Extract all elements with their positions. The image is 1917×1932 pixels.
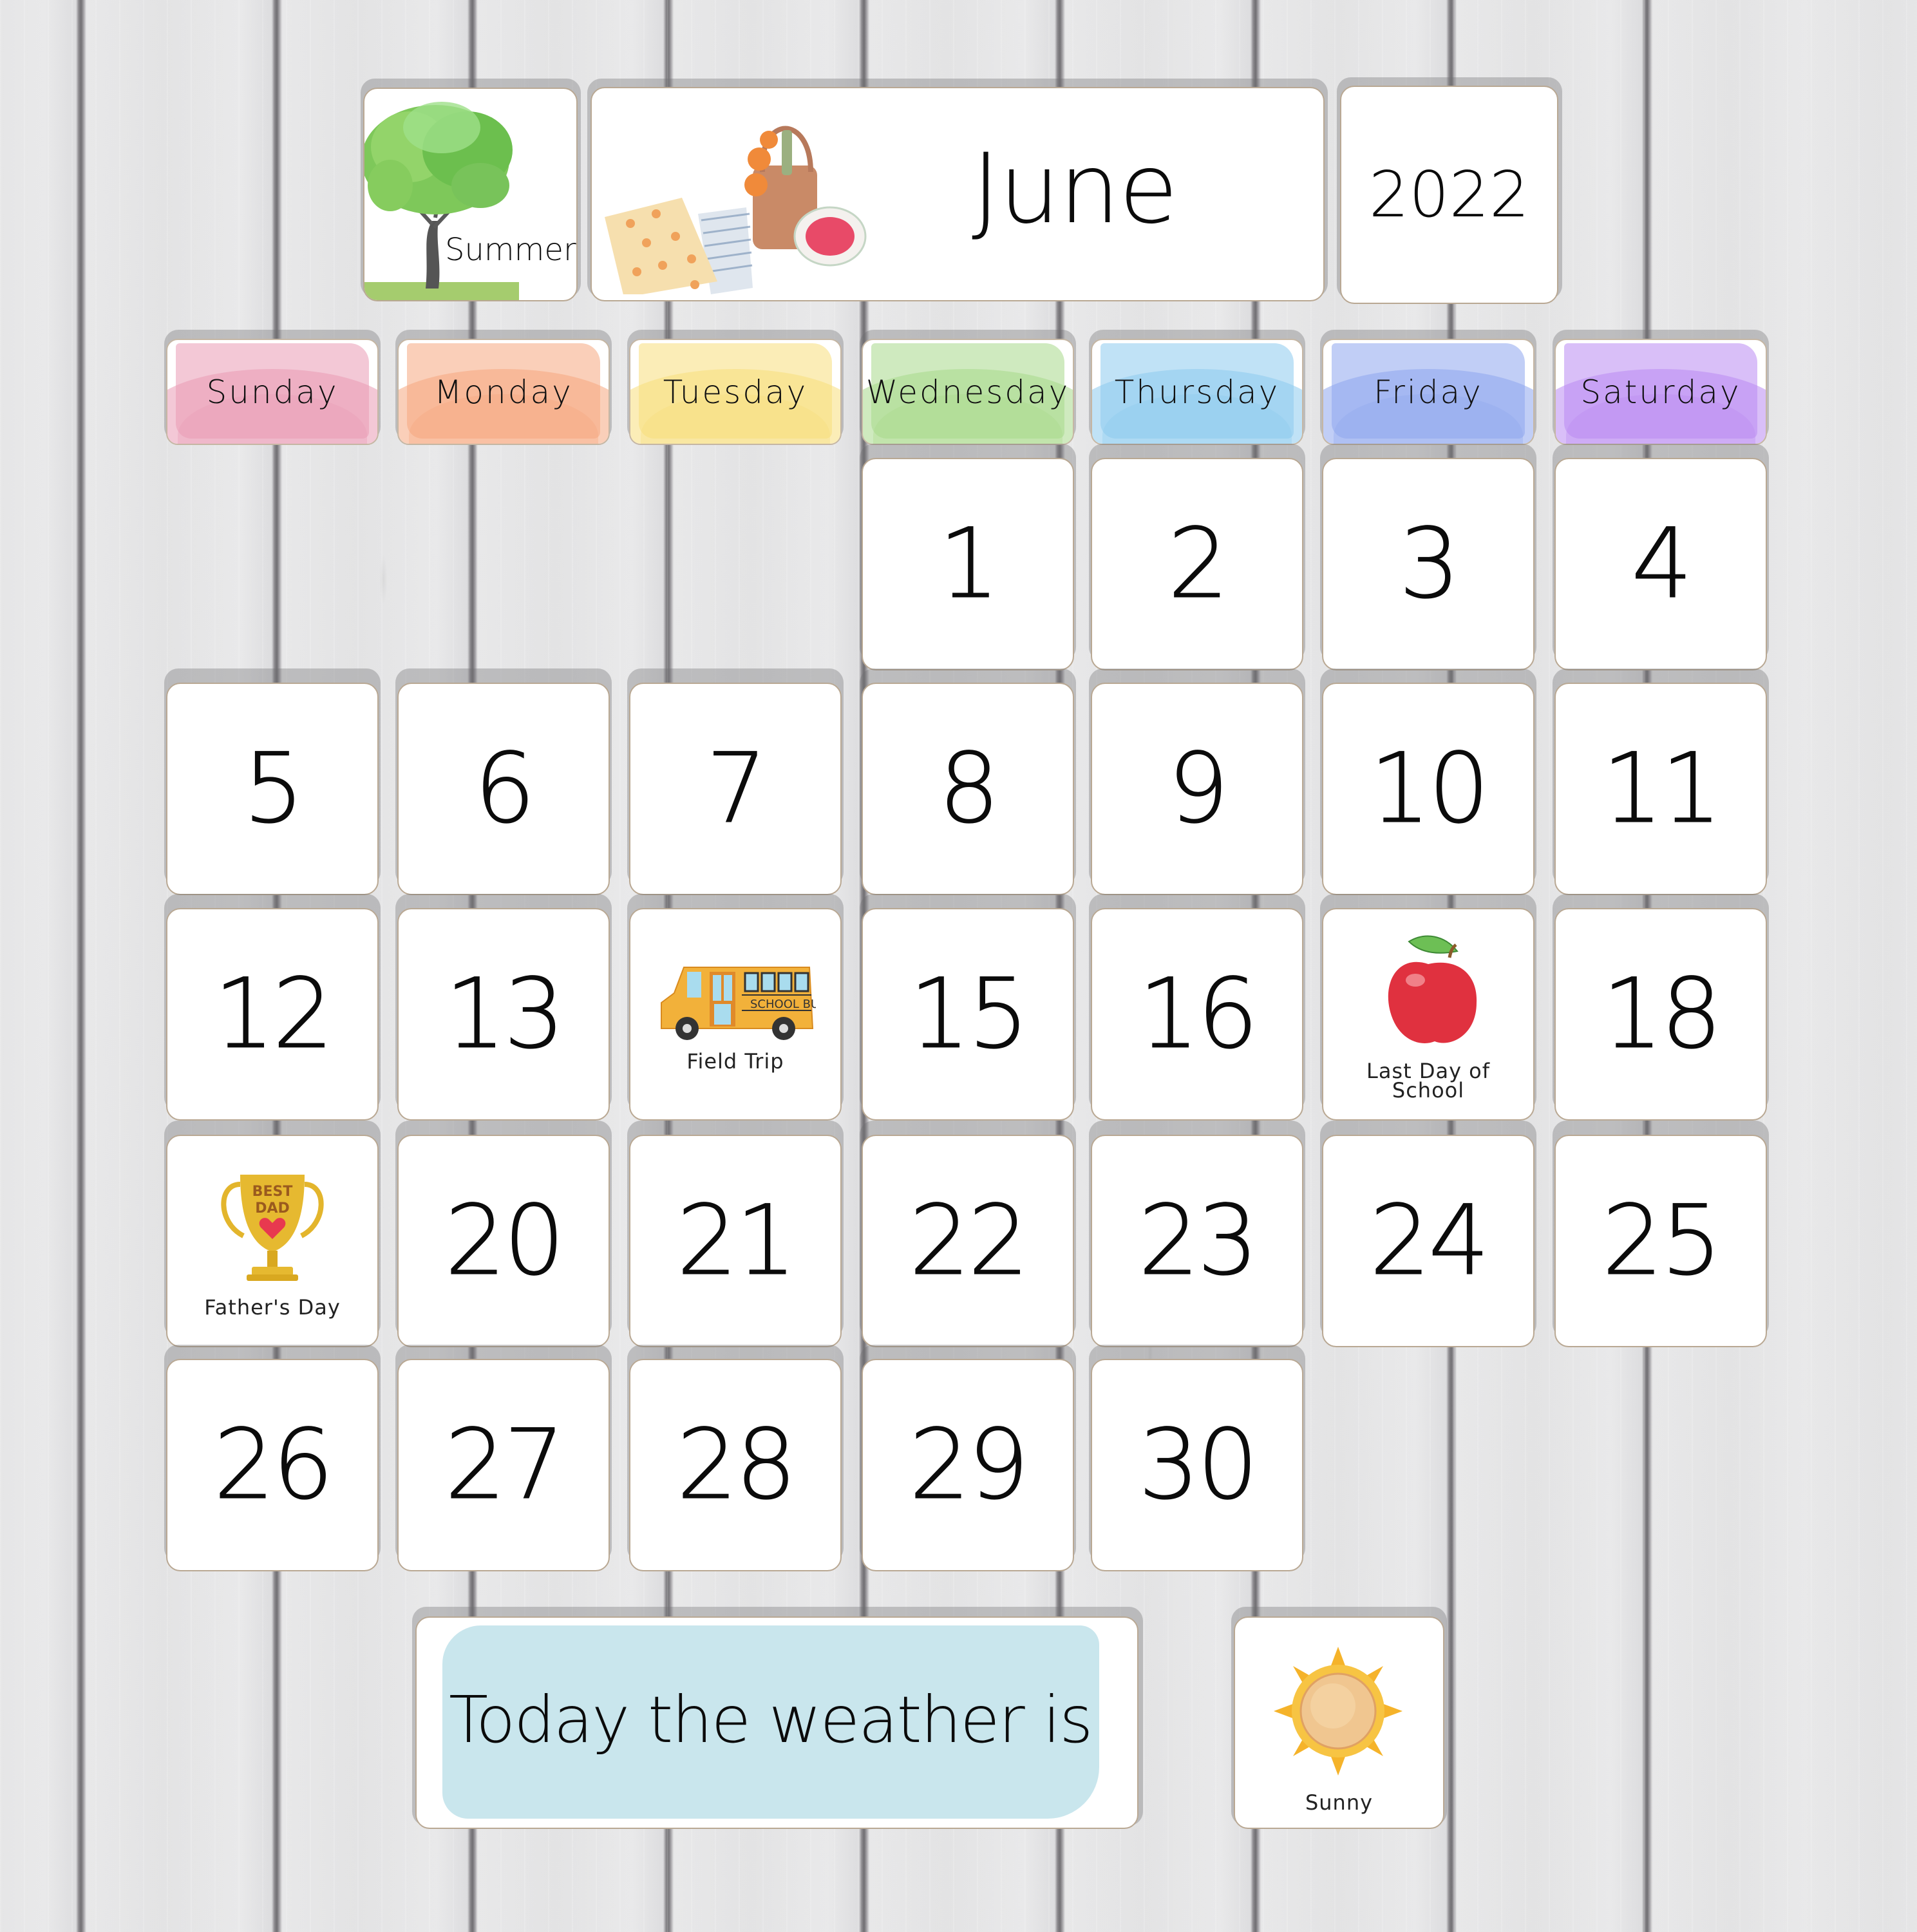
day-number: 2 <box>1167 508 1229 621</box>
school-bus-icon: SCHOOL BUS <box>661 967 827 1040</box>
day-card[interactable]: 4 <box>1554 458 1767 670</box>
day-number: 8 <box>938 733 1000 846</box>
day-number: 10 <box>1369 733 1490 846</box>
day-card[interactable]: 13 <box>397 908 610 1121</box>
day-number: 5 <box>243 733 305 846</box>
day-card[interactable]: 20 <box>397 1135 610 1347</box>
day-card[interactable]: 30 <box>1091 1359 1303 1571</box>
day-number: 1 <box>938 508 1000 621</box>
day-card[interactable]: 3 <box>1322 458 1535 670</box>
day-number: 7 <box>706 733 768 846</box>
day-number: 11 <box>1601 733 1723 846</box>
day-card[interactable]: 10 <box>1322 683 1535 895</box>
day-card[interactable]: 25 <box>1554 1135 1767 1347</box>
year-card[interactable]: 2022 <box>1340 86 1558 304</box>
event-icon-wrap: BEST DAD <box>214 1165 330 1290</box>
tree-icon <box>364 102 519 300</box>
day-card[interactable]: 27 <box>397 1359 610 1571</box>
weekday-label: Friday <box>1374 373 1483 411</box>
weekday-label: Tuesday <box>663 373 808 411</box>
weekday-header-thursday: Thursday <box>1091 339 1303 445</box>
day-number: 27 <box>444 1409 565 1522</box>
month-label: June <box>972 133 1178 245</box>
day-number: 25 <box>1601 1185 1723 1298</box>
event-icon-wrap <box>1374 929 1483 1054</box>
day-number: 15 <box>909 958 1030 1071</box>
day-card[interactable]: 21 <box>629 1135 842 1347</box>
weekday-label: Monday <box>434 373 573 411</box>
sun-icon <box>1274 1647 1402 1776</box>
day-number: 29 <box>909 1409 1030 1522</box>
weekday-header-friday: Friday <box>1322 339 1535 445</box>
day-card[interactable]: 23 <box>1091 1135 1303 1347</box>
weather-prompt-label: Today the weather is <box>449 1682 1093 1757</box>
day-card[interactable]: 11 <box>1554 683 1767 895</box>
day-number: 21 <box>676 1185 797 1298</box>
trophy-icon: BEST DAD <box>221 1175 324 1281</box>
season-label: Summer <box>445 232 576 268</box>
day-number: 28 <box>676 1409 797 1522</box>
day-number: 30 <box>1138 1409 1259 1522</box>
day-card[interactable]: 26 <box>166 1359 379 1571</box>
day-number: 9 <box>1167 733 1229 846</box>
event-label: Field Trip <box>686 1049 784 1074</box>
weekday-label: Saturday <box>1580 373 1741 411</box>
day-card[interactable]: 18 <box>1554 908 1767 1121</box>
day-number: 24 <box>1369 1185 1490 1298</box>
apple-icon <box>1388 935 1477 1043</box>
picnic-basket-icon <box>605 126 867 294</box>
day-card[interactable]: 9 <box>1091 683 1303 895</box>
event-icon-wrap: SCHOOL BUS <box>655 958 827 1044</box>
day-card[interactable]: 1 <box>862 458 1074 670</box>
year-label: 2022 <box>1368 158 1530 232</box>
day-card[interactable]: 8 <box>862 683 1074 895</box>
day-number: 3 <box>1399 508 1460 621</box>
day-card[interactable]: 16 <box>1091 908 1303 1121</box>
weekday-header-monday: Monday <box>397 339 610 445</box>
weather-prompt-card: Today the weather is <box>415 1616 1138 1829</box>
day-number: 12 <box>213 958 334 1071</box>
day-number: 13 <box>444 958 565 1071</box>
weather-label: Sunny <box>1305 1790 1374 1815</box>
day-card[interactable]: 22 <box>862 1135 1074 1347</box>
day-card[interactable]: 7 <box>629 683 842 895</box>
weekday-header-saturday: Saturday <box>1554 339 1767 445</box>
day-number: 4 <box>1631 508 1693 621</box>
day-number: 18 <box>1601 958 1723 1071</box>
weather-card-sunny[interactable]: Sunny <box>1234 1616 1444 1829</box>
weekday-label: Wednesday <box>865 373 1070 411</box>
day-number: 20 <box>444 1185 565 1298</box>
day-card[interactable]: 2 <box>1091 458 1303 670</box>
day-number: 16 <box>1138 958 1259 1071</box>
month-card[interactable]: June <box>590 87 1325 301</box>
day-card[interactable]: 6 <box>397 683 610 895</box>
day-card[interactable]: 12 <box>166 908 379 1121</box>
season-card[interactable]: Summer <box>363 88 578 301</box>
day-number: 6 <box>474 733 536 846</box>
weekday-header-tuesday: Tuesday <box>629 339 842 445</box>
weekday-header-sunday: Sunday <box>166 339 379 445</box>
event-label: Last Day of School <box>1366 1059 1491 1103</box>
day-card[interactable]: 15 <box>862 908 1074 1121</box>
day-card[interactable]: 5 <box>166 683 379 895</box>
event-label: Father's Day <box>204 1295 341 1320</box>
weekday-label: Thursday <box>1114 373 1280 411</box>
svg-text:SCHOOL BUS: SCHOOL BUS <box>750 998 816 1011</box>
day-number: 23 <box>1138 1185 1259 1298</box>
weekday-label: Sunday <box>206 373 339 411</box>
day-card[interactable]: 28 <box>629 1359 842 1571</box>
weekday-header-wednesday: Wednesday <box>862 339 1074 445</box>
day-number: 22 <box>909 1185 1030 1298</box>
trophy-text-1: BEST <box>252 1184 293 1200</box>
day-card-event[interactable]: SCHOOL BUS Field Trip <box>629 908 842 1121</box>
day-card-event[interactable]: Last Day of School <box>1322 908 1535 1121</box>
day-number: 26 <box>213 1409 334 1522</box>
day-card-event[interactable]: BEST DAD Father's Day <box>166 1135 379 1347</box>
trophy-text-2: DAD <box>255 1200 290 1217</box>
day-card[interactable]: 24 <box>1322 1135 1535 1347</box>
day-card[interactable]: 29 <box>862 1359 1074 1571</box>
